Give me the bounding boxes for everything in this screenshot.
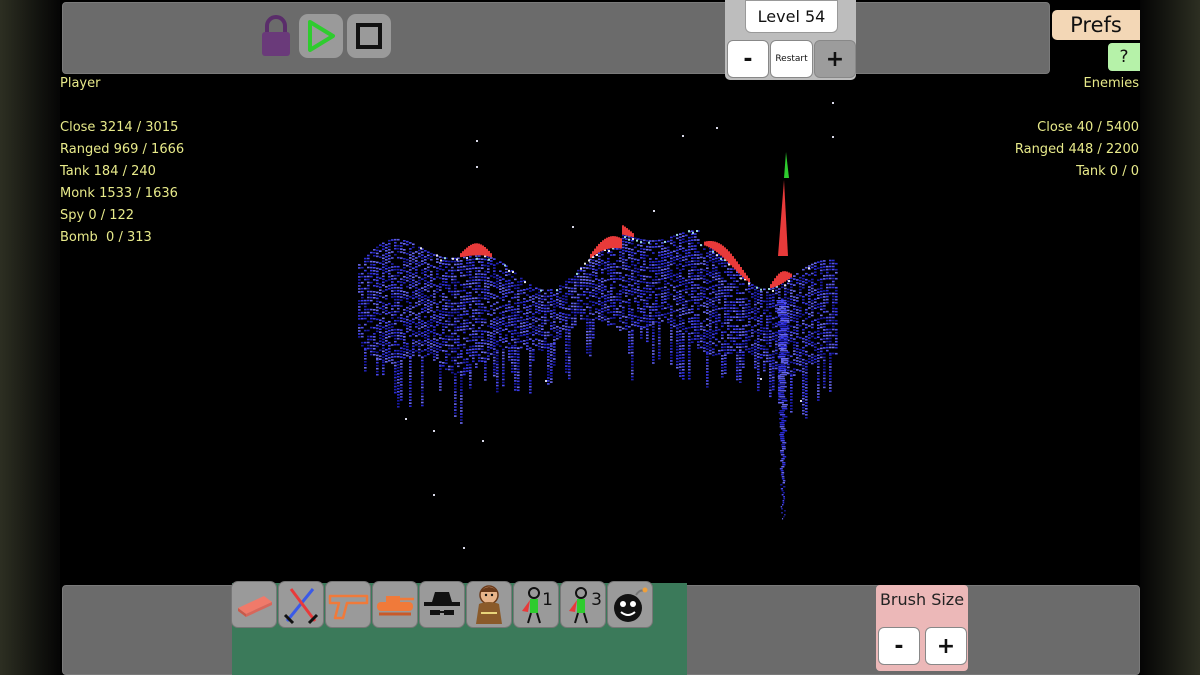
level-prev-button[interactable]: - bbox=[727, 40, 769, 78]
brush-size-label: Brush Size bbox=[879, 590, 965, 609]
help-button[interactable]: ? bbox=[1108, 43, 1140, 71]
stop-icon bbox=[356, 23, 382, 49]
unit-one-button[interactable]: 1 bbox=[513, 581, 559, 628]
restart-button[interactable]: Restart bbox=[770, 40, 813, 78]
eraser-icon bbox=[238, 595, 272, 617]
spy-unit-button[interactable] bbox=[419, 581, 465, 628]
spike-tip bbox=[784, 152, 789, 178]
top-toolbar bbox=[62, 2, 1050, 74]
pistol-icon bbox=[328, 594, 369, 619]
unit-three-number: 3 bbox=[591, 590, 602, 610]
enemies-title: Enemies bbox=[1083, 76, 1140, 91]
stray-units bbox=[405, 102, 834, 549]
level-panel: Level 54 - Restart + bbox=[725, 0, 856, 80]
enemy-stat-close: Close 40 / 5400 bbox=[1037, 120, 1139, 135]
battlefield-canvas[interactable] bbox=[0, 0, 1200, 675]
player-stat-monk: Monk 1533 / 1636 bbox=[60, 186, 178, 201]
player-stat-ranged: Ranged 969 / 1666 bbox=[60, 142, 185, 157]
enemy-stat-tank: Tank 0 / 0 bbox=[1076, 164, 1139, 179]
unit-three-button[interactable]: 3 bbox=[560, 581, 606, 628]
ranged-unit-button[interactable] bbox=[325, 581, 371, 628]
crossed-swords-icon bbox=[283, 587, 319, 624]
unit-one-number: 1 bbox=[542, 590, 553, 610]
prefs-button[interactable]: Prefs bbox=[1052, 10, 1140, 40]
player-title: Player bbox=[60, 76, 101, 91]
enemy-spike bbox=[778, 180, 788, 256]
lock-button[interactable] bbox=[254, 14, 298, 58]
tank-unit-button[interactable] bbox=[372, 581, 418, 628]
player-army-blob bbox=[358, 230, 838, 520]
enemy-stat-ranged: Ranged 448 / 2200 bbox=[1014, 142, 1139, 157]
monk-icon bbox=[476, 584, 502, 624]
monk-unit-button[interactable] bbox=[466, 581, 512, 628]
bomb-icon bbox=[614, 587, 648, 622]
play-icon bbox=[308, 20, 335, 52]
play-button[interactable] bbox=[299, 14, 343, 58]
close-unit-button[interactable] bbox=[278, 581, 324, 628]
brush-size-minus-button[interactable]: - bbox=[878, 627, 920, 665]
player-stat-tank: Tank 184 / 240 bbox=[60, 164, 156, 179]
bomb-unit-button[interactable] bbox=[607, 581, 653, 628]
tank-icon bbox=[377, 595, 414, 615]
spy-hat-icon bbox=[424, 591, 460, 615]
player-stat-close: Close 3214 / 3015 bbox=[60, 120, 179, 135]
brush-size-plus-button[interactable]: + bbox=[925, 627, 967, 665]
brush-size-panel: Brush Size - + bbox=[876, 585, 968, 671]
padlock-icon bbox=[262, 15, 290, 56]
stop-button[interactable] bbox=[347, 14, 391, 58]
level-label: Level 54 bbox=[745, 0, 838, 33]
level-next-button[interactable]: + bbox=[814, 40, 856, 78]
player-stat-spy: Spy 0 / 122 bbox=[60, 208, 135, 223]
eraser-button[interactable] bbox=[231, 581, 277, 628]
player-stat-bomb: Bomb 0 / 313 bbox=[60, 230, 152, 245]
